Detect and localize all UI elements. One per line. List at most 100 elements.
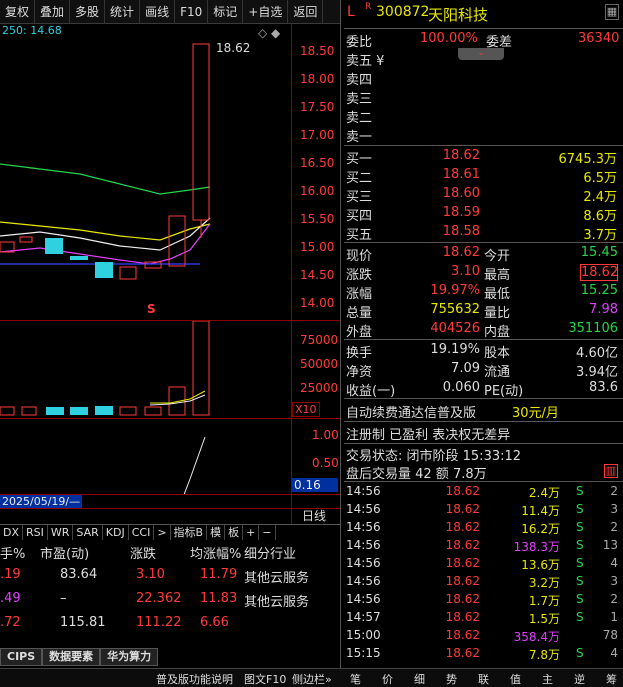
divider xyxy=(344,242,623,243)
volume-chart[interactable] xyxy=(0,321,291,418)
indicator-tab-9[interactable]: 板 xyxy=(225,525,244,540)
toolbar-button-7[interactable]: +自选 xyxy=(243,0,289,24)
indicator-chart[interactable] xyxy=(0,419,291,494)
toolbar-button-6[interactable]: 标记 xyxy=(208,0,244,24)
price-tick: 14.00 xyxy=(300,296,335,310)
table-cell: 11.83 xyxy=(200,591,238,606)
detail-tab-1[interactable]: 价 xyxy=(376,669,399,687)
tick-volume: 1.7万 xyxy=(528,594,560,608)
toolbar-button-5[interactable]: F10 xyxy=(175,0,209,24)
indicator-tab-5[interactable]: CCI xyxy=(129,525,155,540)
tick-side: S xyxy=(576,574,584,588)
toolbar-button-3[interactable]: 统计 xyxy=(105,0,141,24)
detail-tab-3[interactable]: 势 xyxy=(440,669,463,687)
detail-tab-8[interactable]: 筹 xyxy=(600,669,623,687)
tick-volume: 358.4万 xyxy=(513,630,560,644)
buy-label: 买二 xyxy=(346,171,373,186)
stock-code: 300872 xyxy=(376,4,430,20)
table-header: 涨跌 xyxy=(130,547,157,562)
bottom-tab-2[interactable]: 华为算力 xyxy=(100,648,159,666)
indicator-tab-1[interactable]: RSI xyxy=(23,525,48,540)
volume-tick: 25000 xyxy=(300,381,339,395)
divider xyxy=(344,443,623,444)
buy-label: 买三 xyxy=(346,190,373,205)
tick-price: 18.62 xyxy=(445,592,480,606)
stat-value: 0.060 xyxy=(442,380,480,395)
tick-time: 14:56 xyxy=(346,538,381,552)
chart-toolbar: 复权 叠加 多股 统计 画线 F10 标记 +自选 返回 xyxy=(0,0,340,24)
chart-icon[interactable]: ▥ xyxy=(604,464,618,478)
sidebar-toggle[interactable]: 侧边栏» xyxy=(292,671,332,687)
detail-tab-5[interactable]: 值 xyxy=(504,669,527,687)
tick-volume: 138.3万 xyxy=(513,540,560,554)
trade-state: 交易状态: 闭市阶段 15:33:12 xyxy=(346,449,522,464)
tick-volume: 11.4万 xyxy=(521,504,560,518)
volume-unit: X10 xyxy=(292,402,320,417)
bottom-tabs: CIPS 数据要素 华为算力 xyxy=(0,648,159,666)
buy-volume: 2.4万 xyxy=(583,190,617,205)
detail-tab-2[interactable]: 细 xyxy=(408,669,431,687)
stat-label: 净资 xyxy=(346,365,373,380)
indicator-tab-11[interactable]: − xyxy=(259,525,276,540)
detail-tab-0[interactable]: 笔 xyxy=(344,669,367,687)
stat-value: 404526 xyxy=(430,321,480,336)
bottom-tab-1[interactable]: 数据要素 xyxy=(42,648,101,666)
bottom-tab-0[interactable]: CIPS xyxy=(0,648,43,666)
tick-volume: 16.2万 xyxy=(521,522,560,536)
ad-price[interactable]: 30元/月 xyxy=(512,402,559,421)
weicha-value: 36340 xyxy=(578,31,620,46)
help-link[interactable]: 普及版功能说明 xyxy=(156,671,233,687)
toolbar-button-8[interactable]: 返回 xyxy=(288,0,324,24)
buy-price: 18.60 xyxy=(442,186,480,201)
status-bar: 普及版功能说明 图文F10 侧边栏» 笔价细势联值主逆筹 xyxy=(0,668,623,687)
detail-tab-7[interactable]: 逆 xyxy=(568,669,591,687)
indicator-value: 0.16 xyxy=(292,478,338,492)
period-label[interactable]: 日线 xyxy=(302,507,326,524)
grid-icon[interactable]: ▦ xyxy=(605,4,619,20)
indicator-tab-3[interactable]: SAR xyxy=(73,525,103,540)
divider xyxy=(344,145,623,146)
toolbar-button-0[interactable]: 复权 xyxy=(0,0,36,24)
buy-label: 买五 xyxy=(346,228,373,243)
flag-l: L xyxy=(347,4,355,20)
stat-value: 15.45 xyxy=(580,245,618,260)
toolbar-button-2[interactable]: 多股 xyxy=(70,0,106,24)
toolbar-button-1[interactable]: 叠加 xyxy=(35,0,71,24)
tick-side: S xyxy=(576,610,584,624)
f10-link[interactable]: 图文F10 xyxy=(244,671,286,687)
candlestick-chart[interactable] xyxy=(0,24,291,320)
stat-label: 涨幅 xyxy=(346,287,373,302)
tick-price: 18.62 xyxy=(445,646,480,660)
tick-time: 14:57 xyxy=(346,610,381,624)
tick-time: 14:56 xyxy=(346,520,381,534)
indicator-tab-6[interactable]: > xyxy=(154,525,171,540)
stat-value: 3.10 xyxy=(451,264,480,279)
detail-tabs: 笔价细势联值主逆筹 xyxy=(344,669,623,687)
stat-label: 量比 xyxy=(484,306,511,321)
tick-side: S xyxy=(576,646,584,660)
stat-value: 83.6 xyxy=(589,380,618,395)
s-mark: S xyxy=(147,302,156,316)
detail-tab-4[interactable]: 联 xyxy=(472,669,495,687)
tick-time: 14:56 xyxy=(346,574,381,588)
sell-label: 卖一 xyxy=(346,130,373,145)
price-tick: 17.00 xyxy=(300,128,335,142)
collapse-chevron-icon[interactable]: ⌄ xyxy=(458,48,504,60)
tick-side: S xyxy=(576,502,584,516)
indicator-tab-7[interactable]: 指标B xyxy=(171,525,208,540)
indicator-tab-8[interactable]: 模 xyxy=(207,525,226,540)
indicator-tab-10[interactable]: + xyxy=(243,525,260,540)
sell-label: 卖三 xyxy=(346,92,373,107)
toolbar-button-4[interactable]: 画线 xyxy=(140,0,176,24)
stat-label: 换手 xyxy=(346,346,373,361)
indicator-tab-0[interactable]: DX xyxy=(0,525,24,540)
table-cell: 111.22 xyxy=(136,615,182,630)
price-tick: 18.00 xyxy=(300,72,335,86)
tick-price: 18.62 xyxy=(445,574,480,588)
indicator-tab-2[interactable]: WR xyxy=(48,525,74,540)
detail-tab-6[interactable]: 主 xyxy=(536,669,559,687)
indicator-tab-4[interactable]: KDJ xyxy=(103,525,129,540)
stat-label: 最高 xyxy=(484,268,511,283)
ad-text[interactable]: 自动续费通达信普及版 xyxy=(346,402,476,421)
divider xyxy=(344,481,623,482)
